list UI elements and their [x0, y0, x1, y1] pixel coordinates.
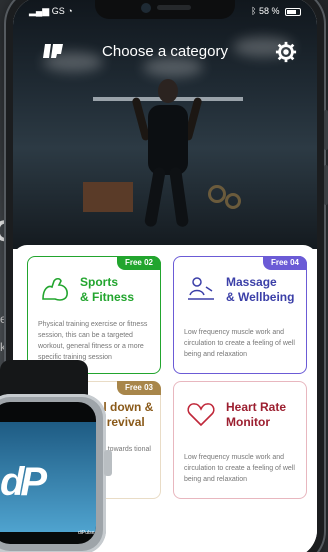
category-card-massage-wellbeing[interactable]: Free 04 Massage & Wellbeing Low frequency… — [173, 256, 307, 374]
wifi-icon: ◔ — [67, 6, 73, 16]
hero-image — [13, 0, 317, 249]
watch-brand: diPulse — [78, 530, 95, 536]
category-card-heart-rate[interactable]: Heart Rate Monitor Low frequency muscle w… — [173, 381, 307, 499]
battery-icon — [285, 7, 301, 16]
card-description: Low frequency muscle work and circulatio… — [184, 329, 295, 358]
watch-logo: dP — [0, 460, 47, 504]
signal-icon: ▂▄▆ — [29, 6, 50, 16]
card-title: Sports & Fitness — [80, 275, 135, 304]
massage-icon — [188, 277, 214, 300]
carrier-label: GS — [51, 6, 65, 16]
card-description: Low frequency muscle work and circulatio… — [184, 454, 295, 483]
card-description: Physical training exercise or fitness se… — [38, 321, 148, 361]
free-badge: Free 03 — [116, 381, 161, 395]
watch-screen: dP diPulse — [0, 402, 96, 544]
battery-percent: 58 % — [258, 6, 280, 16]
marketing-scene: C e k ▂▄▆ — [0, 0, 328, 552]
settings-gear-icon[interactable] — [275, 41, 297, 63]
muscle-arm-icon — [42, 277, 68, 301]
smartwatch-mockup: dP diPulse — [0, 360, 112, 552]
free-badge: Free 02 — [116, 256, 161, 270]
free-badge: Free 04 — [262, 256, 307, 270]
card-title: Heart Rate Monitor — [226, 400, 287, 429]
category-card-sports-fitness[interactable]: Free 02 Sports & Fitness Physical trainin… — [27, 256, 161, 374]
status-bar: ▂▄▆ GS ◔ ᛒ 58 % — [13, 3, 317, 19]
watch-crown — [104, 450, 112, 476]
page-title: Choose a category — [102, 43, 228, 60]
heart-icon — [187, 403, 215, 427]
card-title: Massage & Wellbeing — [226, 275, 295, 304]
bluetooth-icon: ᛒ — [251, 6, 257, 16]
app-header: Choose a category — [13, 39, 317, 69]
